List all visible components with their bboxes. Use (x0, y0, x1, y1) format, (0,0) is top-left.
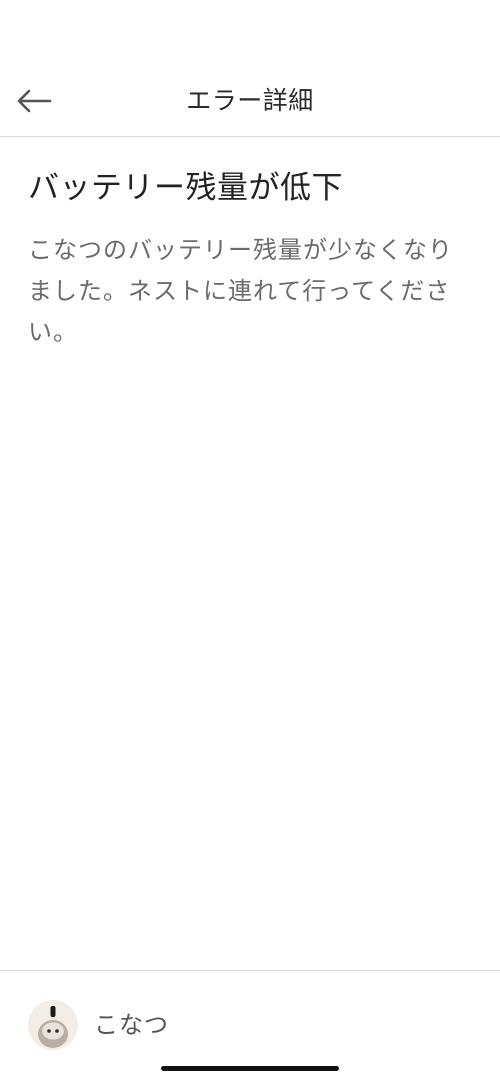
error-title: バッテリー残量が低下 (28, 170, 343, 206)
app-header: エラー詳細 (0, 64, 500, 137)
robot-profile-button[interactable]: こなつ (28, 999, 169, 1051)
error-detail-content: バッテリー残量が低下 こなつのバッテリー残量が少なくなりました。ネストに連れて行… (28, 168, 468, 353)
error-description: こなつのバッテリー残量が少なくなりました。ネストに連れて行ってください。 (28, 236, 453, 346)
page-title: エラー詳細 (186, 86, 314, 115)
home-indicator (161, 1066, 339, 1071)
robot-avatar-icon (28, 1000, 78, 1050)
avatar (28, 1000, 78, 1050)
robot-name: こなつ (94, 1011, 169, 1039)
